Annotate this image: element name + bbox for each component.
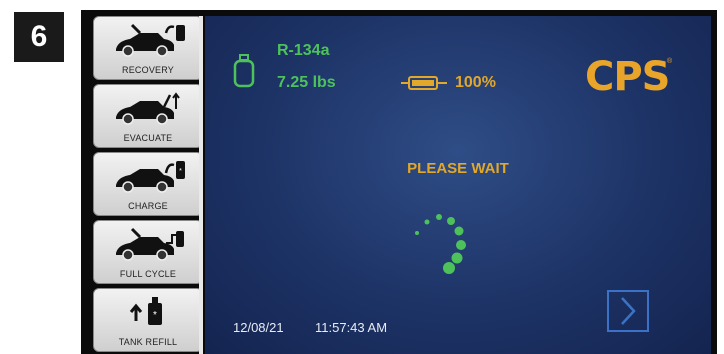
status-message: PLEASE WAIT [407,160,509,177]
device-frame: RECOVERY EVACUATE * CHARGE FULL CYCLE * … [81,10,717,354]
sidebar-item-recovery[interactable]: RECOVERY [93,16,203,80]
sidebar-item-tank-refill[interactable]: * TANK REFILL [93,288,203,352]
sidebar-item-label: EVACUATE [123,133,173,143]
sidebar-divider [199,16,203,354]
svg-text:*: * [153,310,157,321]
next-button[interactable] [607,290,649,332]
chevron-right-icon [621,297,636,325]
loading-spinner-icon [415,214,466,274]
sidebar-item-evacuate[interactable]: EVACUATE [93,84,203,148]
battery-percent: 100% [455,74,496,91]
car-evacuate-icon [116,92,180,125]
refrigerant-cylinder-icon [233,54,255,88]
sidebar-item-label: TANK REFILL [118,337,178,347]
brand-logo: CPS [585,54,670,100]
svg-text:*: * [179,168,182,175]
step-number-badge: 6 [14,12,64,62]
sidebar-item-full-cycle[interactable]: FULL CYCLE [93,220,203,284]
brand-logo-mark: ® [667,58,673,65]
sidebar-item-label: RECOVERY [122,65,174,75]
sidebar: RECOVERY EVACUATE * CHARGE FULL CYCLE * … [89,16,203,354]
car-charge-icon: * [116,161,185,193]
refrigerant-type: R-134a [277,42,330,59]
battery-icon [401,76,447,90]
sidebar-item-charge[interactable]: * CHARGE [93,152,203,216]
tank-refill-icon: * [129,297,162,325]
sidebar-item-label: FULL CYCLE [119,269,177,279]
car-recovery-icon [116,23,185,57]
sidebar-item-label: CHARGE [128,201,168,211]
main-screen: R-134a 7.25 lbs 100% CPS ® PLEASE WAIT 1… [205,16,711,354]
date-display: 12/08/21 [233,320,284,335]
car-full-cycle-icon [116,227,184,261]
refrigerant-weight: 7.25 lbs [277,74,336,91]
time-display: 11:57:43 AM [315,320,388,335]
